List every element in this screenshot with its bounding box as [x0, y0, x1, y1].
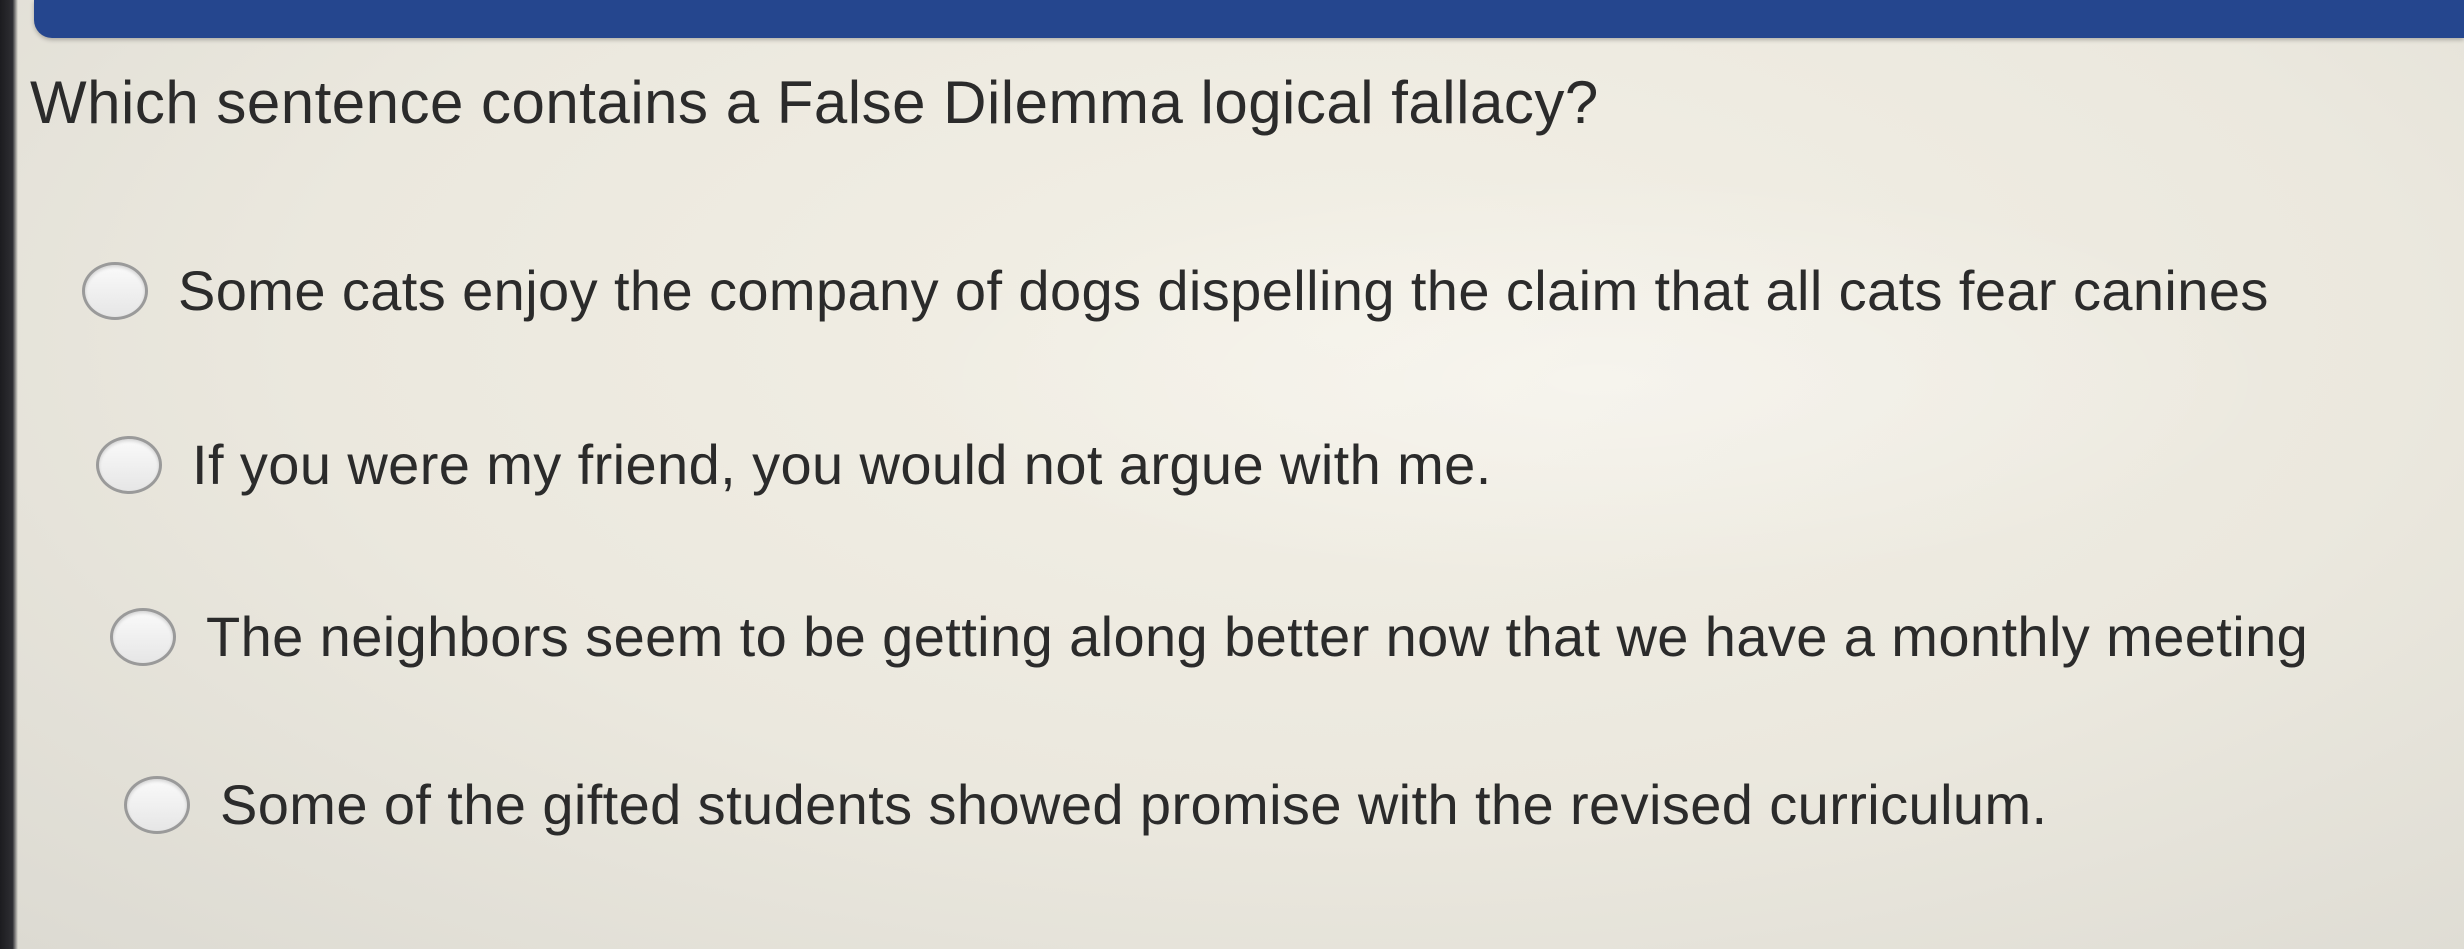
screen-bezel — [0, 0, 18, 949]
answer-option-label[interactable]: Some cats enjoy the company of dogs disp… — [178, 258, 2269, 323]
radio-button-icon[interactable] — [82, 261, 148, 320]
answer-option-label[interactable]: Some of the gifted students showed promi… — [220, 772, 2047, 837]
radio-button-icon[interactable] — [96, 435, 162, 494]
answer-option-label[interactable]: The neighbors seem to be getting along b… — [206, 604, 2308, 669]
radio-button-icon[interactable] — [124, 775, 190, 834]
answer-option-label[interactable]: If you were my friend, you would not arg… — [192, 432, 1492, 497]
answer-option-3[interactable]: The neighbors seem to be getting along b… — [110, 604, 2308, 669]
question-prompt: Which sentence contains a False Dilemma … — [30, 69, 1599, 136]
header-bar — [34, 0, 2464, 38]
answer-option-4[interactable]: Some of the gifted students showed promi… — [124, 772, 2047, 837]
radio-button-icon[interactable] — [110, 607, 176, 666]
answer-option-1[interactable]: Some cats enjoy the company of dogs disp… — [82, 258, 2269, 323]
answer-option-2[interactable]: If you were my friend, you would not arg… — [96, 432, 1492, 497]
screen-glare — [900, 170, 2300, 590]
